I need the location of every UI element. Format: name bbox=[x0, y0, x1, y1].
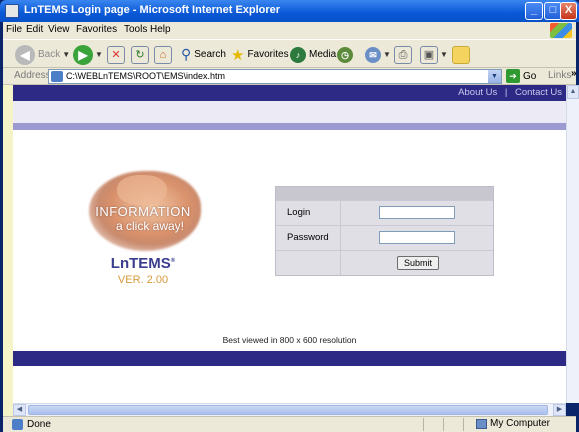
scroll-up-arrow-icon[interactable]: ▲ bbox=[567, 85, 579, 99]
stop-button[interactable]: ✕ bbox=[107, 44, 125, 65]
logo-brand: LnTEMS® bbox=[110, 255, 176, 272]
security-zone: My Computer bbox=[476, 418, 550, 429]
back-arrow-icon: ◀ bbox=[15, 44, 35, 65]
password-input[interactable] bbox=[379, 231, 455, 244]
print-icon: ⎙ bbox=[394, 45, 412, 64]
mail-button[interactable]: ✉ ▼ bbox=[365, 44, 391, 65]
address-url[interactable]: C:\WEBLnTEMS\ROOT\EMS\index.htm bbox=[66, 71, 225, 81]
menu-tools[interactable]: Tools bbox=[124, 24, 147, 35]
footer-band bbox=[13, 351, 566, 366]
forward-arrow-icon: ▶ bbox=[73, 44, 93, 65]
page-icon bbox=[51, 71, 63, 82]
home-icon: ⌂ bbox=[154, 45, 172, 64]
logo-line-information: INFORMATION bbox=[95, 204, 191, 219]
password-row: Password bbox=[276, 225, 493, 250]
logo-tagline: a click away! bbox=[115, 219, 185, 233]
stop-icon: ✕ bbox=[107, 45, 125, 64]
address-bar: Address C:\WEBLnTEMS\ROOT\EMS\index.htm … bbox=[3, 68, 577, 85]
left-edge-strip bbox=[3, 85, 13, 416]
status-separator bbox=[463, 418, 464, 431]
registered-mark: ® bbox=[170, 258, 176, 264]
address-input[interactable]: C:\WEBLnTEMS\ROOT\EMS\index.htm ▼ bbox=[48, 69, 502, 84]
minimize-button[interactable]: _ bbox=[525, 2, 543, 20]
history-button[interactable]: ◷ bbox=[337, 44, 353, 65]
mail-dropdown-icon[interactable]: ▼ bbox=[383, 50, 391, 59]
header-mid-band bbox=[13, 123, 566, 130]
favorites-button[interactable]: ★ Favorites bbox=[231, 44, 289, 65]
media-icon: ♪ bbox=[290, 46, 306, 63]
menu-bar: File Edit View Favorites Tools Help bbox=[3, 22, 576, 39]
folder-icon bbox=[452, 45, 470, 64]
back-button[interactable]: ◀ Back ▼ bbox=[15, 44, 70, 65]
horizontal-scroll-thumb[interactable] bbox=[28, 405, 548, 415]
status-text: Done bbox=[27, 419, 51, 430]
lntems-logo: INFORMATION a click away! LnTEMS® VER. 2… bbox=[81, 167, 205, 287]
logo-version: VER. 2.00 bbox=[117, 274, 169, 286]
close-button[interactable]: X bbox=[560, 2, 577, 20]
login-input[interactable] bbox=[379, 206, 455, 219]
page-viewport: About Us | Contact Us INFORMATION a clic… bbox=[13, 85, 566, 403]
address-label: Address bbox=[14, 70, 51, 81]
standard-toolbar: ◀ Back ▼ ▶ ▼ ✕ ↻ ⌂ ⚲ Search ★ Favorites … bbox=[3, 39, 576, 68]
header-light-band bbox=[13, 101, 566, 123]
home-button[interactable]: ⌂ bbox=[154, 44, 172, 65]
link-separator: | bbox=[504, 87, 508, 98]
submit-row: Submit bbox=[276, 250, 493, 275]
scroll-right-arrow-icon[interactable]: ▶ bbox=[553, 404, 566, 416]
edit-icon: ▣ bbox=[420, 45, 438, 64]
links-chevron-icon[interactable]: » bbox=[571, 68, 577, 79]
status-bar: Done My Computer bbox=[3, 416, 576, 432]
go-arrow-icon: ➔ bbox=[506, 69, 520, 83]
forward-dropdown-icon[interactable]: ▼ bbox=[95, 50, 103, 59]
windows-logo-icon bbox=[550, 23, 572, 38]
horizontal-scrollbar[interactable]: ◀ ▶ bbox=[13, 403, 566, 416]
done-page-icon bbox=[12, 419, 23, 430]
star-icon: ★ bbox=[231, 46, 245, 64]
back-dropdown-icon[interactable]: ▼ bbox=[62, 50, 70, 59]
login-row: Login bbox=[276, 200, 493, 225]
menu-edit[interactable]: Edit bbox=[26, 24, 43, 35]
refresh-icon: ↻ bbox=[131, 45, 149, 64]
links-button[interactable]: Links bbox=[548, 70, 571, 81]
window-title: LnTEMS Login page - Microsoft Internet E… bbox=[24, 4, 281, 16]
ie-page-icon bbox=[5, 4, 19, 18]
status-separator bbox=[443, 418, 444, 431]
history-icon: ◷ bbox=[337, 46, 353, 63]
address-dropdown-icon[interactable]: ▼ bbox=[488, 70, 501, 83]
submit-button[interactable]: Submit bbox=[397, 256, 439, 270]
print-button[interactable]: ⎙ bbox=[394, 44, 412, 65]
vertical-scrollbar[interactable]: ▲ bbox=[566, 85, 579, 403]
go-button[interactable]: ➔ Go bbox=[506, 69, 536, 83]
top-links: About Us | Contact Us bbox=[458, 87, 562, 98]
menu-file[interactable]: File bbox=[6, 24, 22, 35]
logo-hand-highlight bbox=[117, 175, 167, 205]
contact-us-link[interactable]: Contact Us bbox=[515, 87, 562, 98]
search-button[interactable]: ⚲ Search bbox=[181, 44, 226, 65]
mail-icon: ✉ bbox=[365, 46, 381, 63]
menu-help[interactable]: Help bbox=[150, 24, 171, 35]
login-form-header bbox=[276, 187, 493, 200]
status-separator bbox=[423, 418, 424, 431]
password-label: Password bbox=[287, 232, 329, 243]
edit-dropdown-icon[interactable]: ▼ bbox=[440, 50, 448, 59]
about-us-link[interactable]: About Us bbox=[458, 87, 497, 98]
title-bar[interactable]: LnTEMS Login page - Microsoft Internet E… bbox=[0, 0, 579, 22]
header-band: About Us | Contact Us bbox=[13, 85, 566, 101]
refresh-button[interactable]: ↻ bbox=[131, 44, 149, 65]
scroll-left-arrow-icon[interactable]: ◀ bbox=[13, 404, 26, 416]
menu-favorites[interactable]: Favorites bbox=[76, 24, 117, 35]
messenger-button[interactable] bbox=[452, 44, 470, 65]
media-button[interactable]: ♪ Media bbox=[290, 44, 336, 65]
search-icon: ⚲ bbox=[181, 46, 192, 62]
resolution-note: Best viewed in 800 x 600 resolution bbox=[222, 335, 357, 345]
forward-button[interactable]: ▶ ▼ bbox=[73, 44, 103, 65]
my-computer-icon bbox=[476, 418, 487, 429]
edit-button[interactable]: ▣ ▼ bbox=[420, 44, 448, 65]
login-label: Login bbox=[287, 207, 311, 218]
menu-view[interactable]: View bbox=[48, 24, 70, 35]
login-form: Login Password Submit bbox=[275, 186, 494, 276]
browser-window: LnTEMS Login page - Microsoft Internet E… bbox=[0, 0, 579, 432]
